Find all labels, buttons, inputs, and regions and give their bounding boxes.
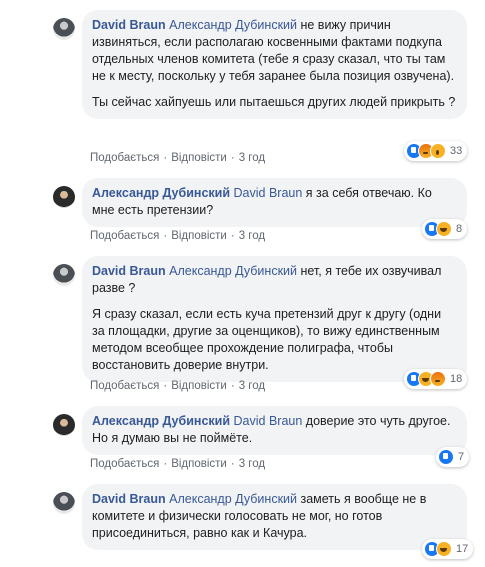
- reaction-count: 18: [450, 373, 463, 385]
- separator: ·: [230, 230, 235, 242]
- reaction-summary[interactable]: 8: [422, 219, 468, 239]
- comment-text-paragraph: Я сразу сказал, если есть куча претензий…: [92, 307, 442, 372]
- comment-mention[interactable]: Александр Дубинский: [169, 18, 297, 32]
- comment-bubble: Александр Дубинский David Braun я за себ…: [82, 178, 467, 227]
- separator: ·: [163, 380, 168, 392]
- comment-author[interactable]: David Braun: [92, 18, 166, 32]
- reply-button[interactable]: Відповісти: [171, 230, 227, 242]
- timestamp[interactable]: 3 год: [239, 152, 265, 164]
- comment-bubble: Александр Дубинский David Braun доверие …: [82, 406, 467, 455]
- comment-bubble: David Braun Александр Дубинский нет, я т…: [82, 256, 467, 382]
- comment-bubble: David Braun Александр Дубинский не вижу …: [82, 10, 467, 119]
- avatar[interactable]: [53, 18, 75, 40]
- comment-actions: Подобається · Відповісти · 3 год: [90, 458, 265, 470]
- like-icon: [438, 449, 454, 465]
- timestamp[interactable]: 3 год: [239, 380, 265, 392]
- separator: ·: [230, 380, 235, 392]
- separator: ·: [163, 230, 168, 242]
- reaction-summary[interactable]: 17: [422, 539, 474, 559]
- reaction-summary[interactable]: 33: [404, 141, 468, 161]
- wow-icon: [430, 143, 446, 159]
- reply-button[interactable]: Відповісти: [171, 152, 227, 164]
- comment-author[interactable]: Александр Дубинский: [92, 186, 230, 200]
- like-button[interactable]: Подобається: [90, 152, 159, 164]
- reply-button[interactable]: Відповісти: [171, 458, 227, 470]
- comment-mention[interactable]: David Braun: [234, 414, 303, 428]
- comment-mention[interactable]: Александр Дубинский: [169, 492, 297, 506]
- reaction-count: 33: [450, 145, 463, 157]
- avatar[interactable]: [53, 492, 75, 514]
- comment-author[interactable]: David Braun: [92, 264, 166, 278]
- comment-text-paragraph: Ты сейчас хайпуешь или пытаешься других …: [92, 95, 456, 109]
- reaction-count: 17: [456, 543, 469, 555]
- haha-icon: [436, 541, 452, 557]
- reaction-summary[interactable]: 18: [404, 369, 468, 389]
- reaction-count: 7: [458, 451, 465, 463]
- reaction-count: 8: [456, 223, 463, 235]
- comment-thread: David Braun Александр Дубинский не вижу …: [0, 0, 485, 567]
- like-button[interactable]: Подобається: [90, 380, 159, 392]
- comment-author[interactable]: Александр Дубинский: [92, 414, 230, 428]
- comment-actions: Подобається · Відповісти · 3 год: [90, 152, 265, 164]
- comment-actions: Подобається · Відповісти · 3 год: [90, 230, 265, 242]
- comment-author[interactable]: David Braun: [92, 492, 166, 506]
- avatar[interactable]: [53, 414, 75, 436]
- avatar[interactable]: [53, 264, 75, 286]
- reaction-summary[interactable]: 7: [436, 447, 470, 467]
- comment-mention[interactable]: Александр Дубинский: [169, 264, 297, 278]
- comment-bubble: David Braun Александр Дубинский заметь я…: [82, 484, 467, 550]
- comment-mention[interactable]: David Braun: [234, 186, 303, 200]
- comment-actions: Подобається · Відповісти · 3 год: [90, 380, 265, 392]
- angry-icon: [430, 371, 446, 387]
- separator: ·: [163, 152, 168, 164]
- timestamp[interactable]: 3 год: [239, 458, 265, 470]
- avatar[interactable]: [53, 186, 75, 208]
- timestamp[interactable]: 3 год: [239, 230, 265, 242]
- separator: ·: [230, 458, 235, 470]
- haha-icon: [436, 221, 452, 237]
- reply-button[interactable]: Відповісти: [171, 380, 227, 392]
- like-button[interactable]: Подобається: [90, 458, 159, 470]
- separator: ·: [163, 458, 168, 470]
- separator: ·: [230, 152, 235, 164]
- like-button[interactable]: Подобається: [90, 230, 159, 242]
